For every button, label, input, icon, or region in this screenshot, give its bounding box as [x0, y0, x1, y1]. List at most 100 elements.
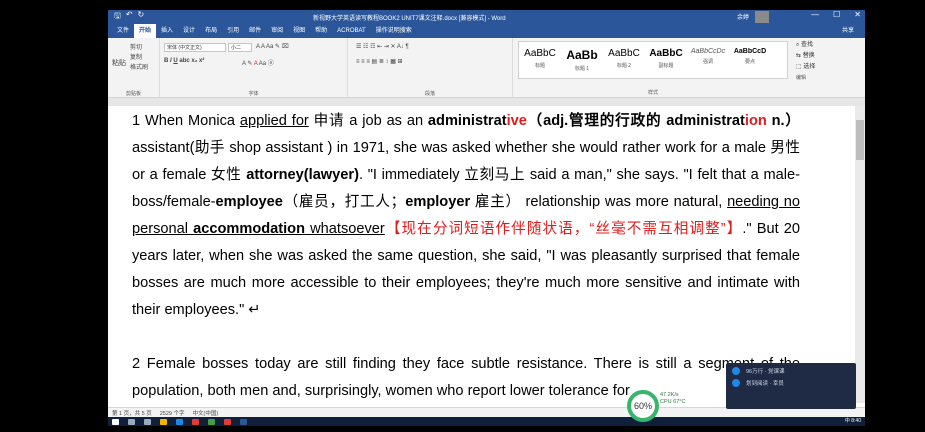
- notification-popup[interactable]: 96万行 · 党课课 划到阅读 · 幸员: [726, 363, 856, 409]
- notification-row[interactable]: 96万行 · 党课课: [726, 363, 856, 375]
- language[interactable]: 中文(中国): [193, 409, 219, 417]
- tab-acrobat[interactable]: ACROBAT: [332, 24, 371, 38]
- font-family-select[interactable]: 宋体 (中文正文): [164, 43, 226, 52]
- find-label: 查找: [801, 42, 814, 48]
- text-run: ion: [744, 113, 767, 129]
- text-run: n.）: [766, 113, 800, 129]
- align-icons[interactable]: ≡ ≡ ≡ ▤ ≣ ↕ ▦ ⊞: [356, 58, 403, 65]
- title-bar: 🖫 ↶ ↻ 新视野大学英语读写教程BOOK2 UNIT7课文注释.docx [兼…: [108, 10, 865, 24]
- text-run: whatsoever: [305, 221, 385, 237]
- word-count[interactable]: 2529 个字: [160, 409, 185, 417]
- text-run: 【现在分词短语作伴随状语，“丝毫不需互相调整”】: [384, 221, 743, 237]
- text-run: administrat: [666, 113, 745, 129]
- paragraph-group: ☰ ☷ ☶ ⇤ ⇥ ✕ A↓ ¶ ≡ ≡ ≡ ▤ ≣ ↕ ▦ ⊞ 段落: [348, 38, 513, 98]
- task-view-icon[interactable]: [144, 418, 151, 425]
- save-icon[interactable]: 🖫: [114, 10, 121, 24]
- format-icons[interactable]: B I U abc x₂ x²: [164, 58, 204, 64]
- text-run: employee: [215, 194, 283, 210]
- select-button[interactable]: ⬚ 选择: [796, 62, 815, 73]
- tell-me-search[interactable]: 操作说明搜索: [371, 24, 417, 38]
- find-button[interactable]: ⌕ 查找: [796, 40, 815, 51]
- window-title: 新视野大学英语读写教程BOOK2 UNIT7课文注释.docx [兼容模式] -…: [313, 16, 506, 22]
- paste-button[interactable]: 粘贴: [112, 58, 126, 68]
- clipboard-label: 剪贴板: [125, 91, 141, 97]
- copy-button[interactable]: 复制: [130, 52, 142, 61]
- ribbon-tabs: 文件 开始 插入 设计 布局 引用 邮件 审阅 视图 帮助 ACROBAT 操作…: [108, 24, 865, 38]
- system-tray: 中 8:40: [845, 417, 861, 426]
- style-name: 标题 2: [616, 63, 632, 69]
- tab-mailings[interactable]: 邮件: [244, 24, 266, 38]
- browser-icon[interactable]: [176, 418, 183, 425]
- tab-layout[interactable]: 布局: [200, 24, 222, 38]
- text-run: employer: [405, 194, 471, 210]
- document-page[interactable]: 1 When Monica applied for 申请 a job as an…: [108, 106, 865, 403]
- app-icon[interactable]: [208, 418, 215, 425]
- tab-help[interactable]: 帮助: [310, 24, 332, 38]
- ime-indicator[interactable]: 中: [845, 418, 850, 424]
- undo-icon[interactable]: ↶: [126, 10, 133, 24]
- close-button[interactable]: ✕: [854, 10, 861, 19]
- ribbon-home: 粘贴 剪切 复制 格式刷 剪贴板 宋体 (中文正文) 小二 A A Aa ✎ ⌧…: [108, 38, 865, 98]
- list-icons[interactable]: ☰ ☷ ☶ ⇤ ⇥ ✕ A↓ ¶: [356, 43, 409, 50]
- editing-label: 编辑: [796, 75, 807, 81]
- tab-design[interactable]: 设计: [178, 24, 200, 38]
- minimize-button[interactable]: —: [811, 10, 819, 19]
- text-run: 1 When Monica: [132, 113, 240, 129]
- net-speed: 47.2K/s: [660, 392, 679, 398]
- color-icons[interactable]: A ✎ A Aa ⓐ: [242, 58, 274, 67]
- taskbar: 中 8:40: [108, 417, 865, 426]
- page-count[interactable]: 第 1 页，共 5 页: [112, 409, 152, 417]
- search-icon[interactable]: [128, 418, 135, 425]
- font-size-select[interactable]: 小二: [228, 43, 252, 52]
- style-sample: AaBb: [566, 48, 598, 62]
- explorer-icon[interactable]: [160, 418, 167, 425]
- tab-review[interactable]: 审阅: [266, 24, 288, 38]
- replace-button[interactable]: ⇆ 替换: [796, 51, 815, 62]
- maximize-button[interactable]: ☐: [833, 10, 840, 19]
- app-icon[interactable]: [224, 418, 231, 425]
- style-title[interactable]: AaBbC 标题: [519, 42, 561, 78]
- font-group: 宋体 (中文正文) 小二 A A Aa ✎ ⌧ B I U abc x₂ x² …: [160, 38, 348, 98]
- text-run: 申请 a job as an: [308, 113, 428, 129]
- word-icon[interactable]: [240, 418, 247, 425]
- performance-gauge[interactable]: 60%: [627, 390, 659, 422]
- paragraph-1: 1 When Monica applied for 申请 a job as an…: [132, 108, 800, 324]
- tab-view[interactable]: 视图: [288, 24, 310, 38]
- style-sample: AaBbCcD: [733, 48, 767, 55]
- clock[interactable]: 8:40: [851, 418, 861, 424]
- quick-access-toolbar: 🖫 ↶ ↻: [108, 10, 144, 24]
- style-subtitle[interactable]: AaBbC 副标题: [645, 42, 687, 78]
- styles-gallery: AaBbC 标题 AaBb 标题 1 AaBbC 标题 2 AaBbC 副标题 …: [518, 41, 788, 79]
- style-heading1[interactable]: AaBb 标题 1: [561, 42, 603, 78]
- share-button[interactable]: 共享: [837, 24, 859, 38]
- tab-references[interactable]: 引用: [222, 24, 244, 38]
- tab-insert[interactable]: 插入: [156, 24, 178, 38]
- format-painter-button[interactable]: 格式刷: [130, 62, 148, 71]
- text-run: applied for: [239, 113, 309, 129]
- scrollbar-thumb[interactable]: [856, 120, 864, 160]
- style-emphasis[interactable]: AaBbCcDc 强调: [687, 42, 729, 78]
- tab-home[interactable]: 开始: [134, 24, 157, 38]
- select-label: 选择: [803, 64, 816, 70]
- editing-group: ⌕ 查找 ⇆ 替换 ⬚ 选择 编辑: [796, 40, 815, 84]
- style-sample: AaBbC: [649, 48, 683, 59]
- replace-label: 替换: [802, 53, 815, 59]
- cut-button[interactable]: 剪切: [130, 42, 142, 51]
- style-heading2[interactable]: AaBbC 标题 2: [603, 42, 645, 78]
- redo-icon[interactable]: ↻: [138, 10, 145, 24]
- app-icon[interactable]: [192, 418, 199, 425]
- style-name: 标题: [534, 63, 545, 69]
- text-run: administrat: [427, 113, 507, 129]
- avatar[interactable]: [755, 11, 769, 23]
- text-run: relationship was more natural,: [520, 194, 728, 210]
- font-grow-shrink-icons[interactable]: A A Aa ✎ ⌧: [256, 43, 289, 50]
- notification-row[interactable]: 划到阅读 · 幸员: [726, 375, 856, 387]
- start-icon[interactable]: [112, 418, 119, 425]
- user-name[interactable]: 余婷: [737, 12, 749, 21]
- tab-file[interactable]: 文件: [112, 24, 134, 38]
- text-run: 雇主）: [470, 194, 521, 210]
- style-sample: AaBbC: [608, 48, 640, 59]
- style-strong[interactable]: AaBbCcD 要点: [729, 42, 771, 78]
- net-info: 47.2K/s CPU 67°C: [660, 392, 685, 406]
- text-run: （adj.管理的行政的: [526, 113, 662, 129]
